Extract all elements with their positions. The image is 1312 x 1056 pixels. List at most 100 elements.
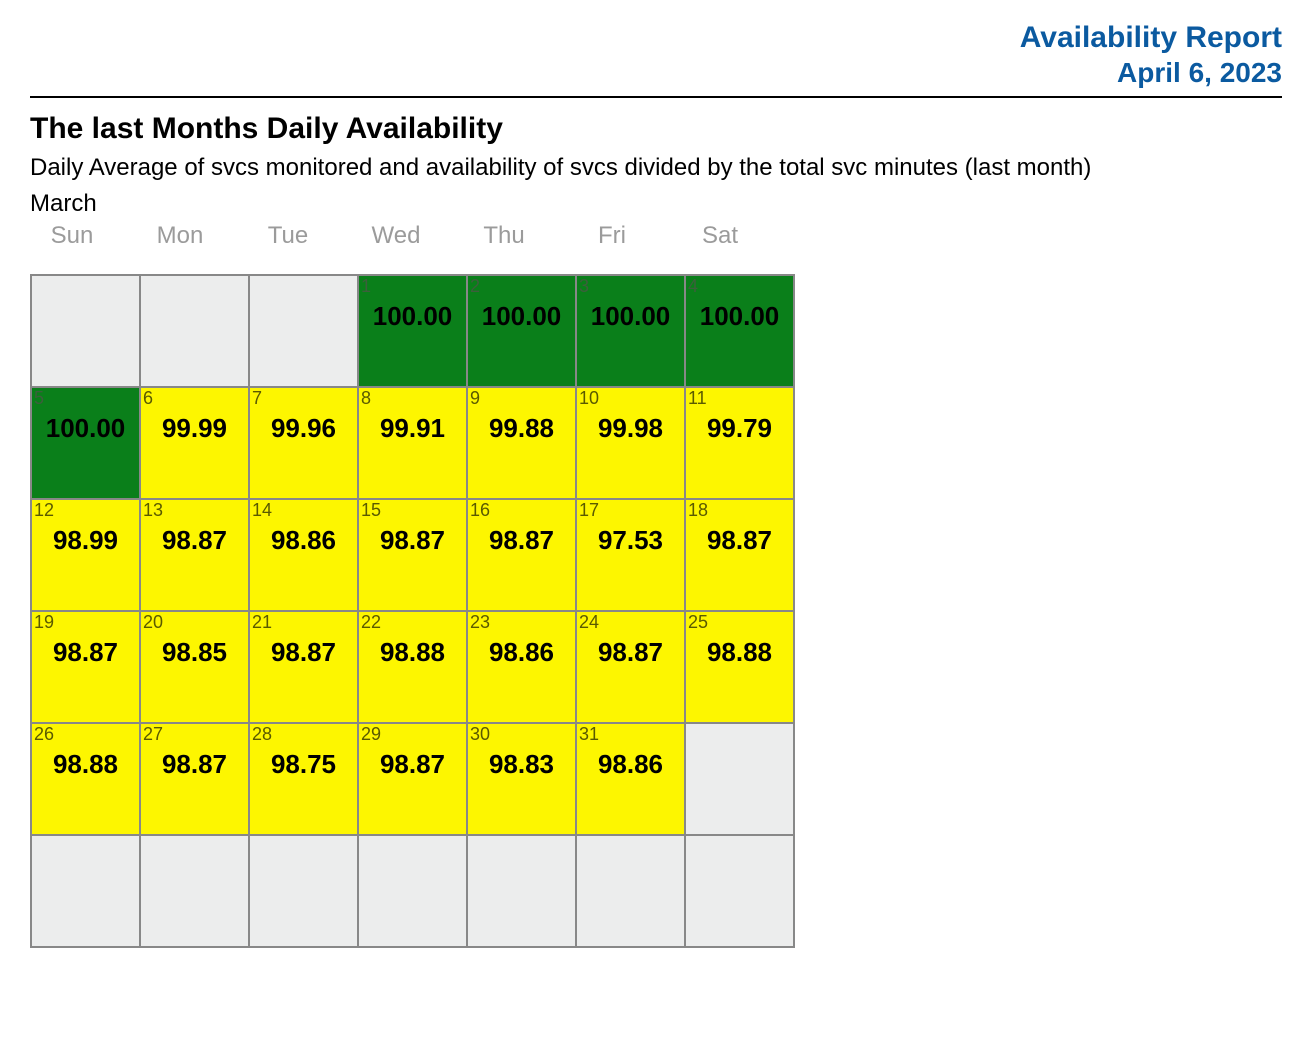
calendar-cell: 31 98.86 (576, 723, 685, 835)
calendar-cell (140, 835, 249, 947)
availability-value: 98.85 (141, 637, 248, 668)
calendar-cell: 2098.85 (140, 611, 249, 723)
calendar-row (31, 835, 794, 947)
calendar-cell: 899.91 (358, 387, 467, 499)
day-number: 27 (141, 724, 248, 743)
dow-sat: Sat (690, 222, 750, 250)
month-name: March (30, 190, 1282, 218)
calendar-cell (358, 835, 467, 947)
availability-value: 98.99 (32, 525, 139, 556)
day-number: 15 (359, 500, 466, 519)
availability-value: 98.75 (250, 749, 357, 780)
calendar-cell (685, 723, 794, 835)
availability-value: 100.00 (32, 413, 139, 444)
calendar-cell (467, 835, 576, 947)
availability-value: 100.00 (686, 301, 793, 332)
calendar-cell: 3098.83 (467, 723, 576, 835)
calendar-cell: 1998.87 (31, 611, 140, 723)
availability-value: 98.88 (686, 637, 793, 668)
calendar-cell: 25 98.88 (685, 611, 794, 723)
day-number: 28 (250, 724, 357, 743)
calendar-cell: 1698.87 (467, 499, 576, 611)
availability-value: 98.87 (359, 749, 466, 780)
calendar-row: 1298.991398.871498.861598.871698.871797.… (31, 499, 794, 611)
calendar-cell: 24 98.87 (576, 611, 685, 723)
availability-value: 98.86 (468, 637, 575, 668)
availability-value: 98.87 (468, 525, 575, 556)
availability-value: 100.00 (468, 301, 575, 332)
availability-value: 99.91 (359, 413, 466, 444)
day-number: 12 (32, 500, 139, 519)
calendar-cell: 2 100.00 (467, 275, 576, 387)
day-number: 17 (577, 500, 684, 519)
calendar-cell: 18 98.87 (685, 499, 794, 611)
availability-value: 98.87 (250, 637, 357, 668)
dow-fri: Fri (582, 222, 642, 250)
day-number: 23 (468, 612, 575, 631)
availability-value: 99.96 (250, 413, 357, 444)
day-number: 8 (359, 388, 466, 407)
day-number: 19 (32, 612, 139, 631)
section-title: The last Months Daily Availability (30, 112, 1282, 146)
calendar-cell: 21 98.87 (249, 611, 358, 723)
calendar-cell: 2298.88 (358, 611, 467, 723)
calendar-cell: 12 98.99 (31, 499, 140, 611)
day-number: 24 (577, 612, 684, 631)
availability-value: 98.87 (359, 525, 466, 556)
section-description: Daily Average of svcs monitored and avai… (30, 154, 1282, 182)
calendar-cell: 23 98.86 (467, 611, 576, 723)
day-number: 18 (686, 500, 793, 519)
day-number: 5 (32, 388, 139, 407)
day-number: 25 (686, 612, 793, 631)
availability-calendar: 1100.002100.003100.004100.005100.00699.9… (30, 274, 795, 948)
calendar-row: 1100.002100.003100.004100.00 (31, 275, 794, 387)
calendar-cell (249, 835, 358, 947)
dow-mon: Mon (150, 222, 210, 250)
report-header: Availability Report April 6, 2023 (30, 20, 1282, 98)
availability-value: 98.87 (686, 525, 793, 556)
calendar-row: 2698.882798.872898.752998.873098.833198.… (31, 723, 794, 835)
availability-value: 98.86 (577, 749, 684, 780)
calendar-cell: 4100.00 (685, 275, 794, 387)
calendar-cell (249, 275, 358, 387)
availability-value: 98.86 (250, 525, 357, 556)
dow-tue: Tue (258, 222, 318, 250)
day-number: 14 (250, 500, 357, 519)
report-title: Availability Report (30, 20, 1282, 56)
calendar-cell: 29 98.87 (358, 723, 467, 835)
availability-value: 98.83 (468, 749, 575, 780)
calendar-cell: 26 98.88 (31, 723, 140, 835)
day-number: 2 (468, 276, 575, 295)
dow-wed: Wed (366, 222, 426, 250)
calendar-cell: 5 100.00 (31, 387, 140, 499)
day-number: 21 (250, 612, 357, 631)
availability-value: 98.87 (141, 525, 248, 556)
calendar-cell: 1100.00 (358, 275, 467, 387)
calendar-row: 1998.872098.852198.872298.882398.862498.… (31, 611, 794, 723)
calendar-cell: 3100.00 (576, 275, 685, 387)
calendar-cell: 27 98.87 (140, 723, 249, 835)
availability-value: 98.88 (359, 637, 466, 668)
day-number: 1 (359, 276, 466, 295)
calendar-cell (576, 835, 685, 947)
day-number: 7 (250, 388, 357, 407)
calendar-cell (140, 275, 249, 387)
availability-value: 98.87 (141, 749, 248, 780)
day-number: 13 (141, 500, 248, 519)
day-number: 26 (32, 724, 139, 743)
day-number: 6 (141, 388, 248, 407)
calendar-cell: 999.88 (467, 387, 576, 499)
availability-value: 98.88 (32, 749, 139, 780)
report-date: April 6, 2023 (30, 56, 1282, 90)
availability-value: 97.53 (577, 525, 684, 556)
calendar-cell: 1099.98 (576, 387, 685, 499)
availability-value: 98.87 (577, 637, 684, 668)
availability-value: 99.79 (686, 413, 793, 444)
calendar-cell: 13 98.87 (140, 499, 249, 611)
calendar-cell: 15 98.87 (358, 499, 467, 611)
calendar-cell: 17 97.53 (576, 499, 685, 611)
calendar-cell: 699.99 (140, 387, 249, 499)
day-number: 29 (359, 724, 466, 743)
day-number: 31 (577, 724, 684, 743)
availability-value: 99.88 (468, 413, 575, 444)
